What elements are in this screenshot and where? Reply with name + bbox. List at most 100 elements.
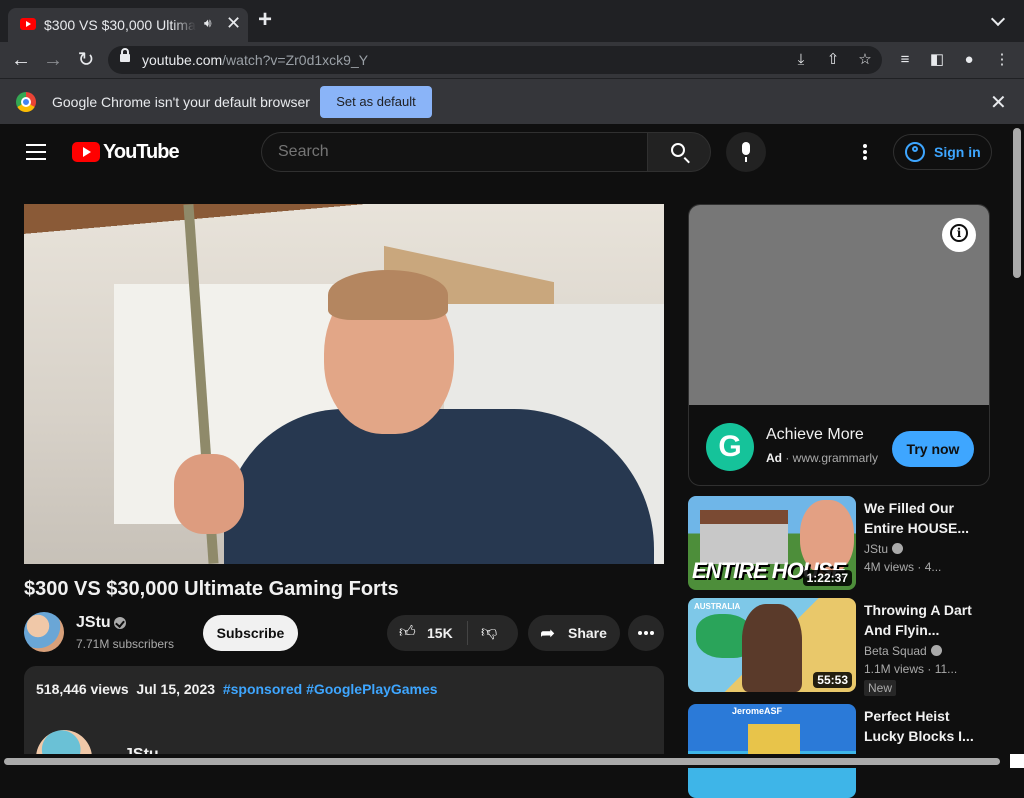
search-box[interactable]: [261, 132, 648, 172]
vertical-scroll-thumb[interactable]: [1013, 128, 1021, 278]
new-tab-button[interactable]: +: [258, 8, 272, 32]
hamburger-menu-icon[interactable]: [26, 144, 46, 160]
speaker-icon[interactable]: 🔊︎: [204, 16, 212, 31]
ad-subtitle: Ad · www.grammarly: [766, 451, 879, 465]
search-icon: [671, 143, 685, 157]
verified-check-icon: [930, 645, 942, 656]
video-frame-person-shirt: [224, 409, 654, 564]
chevron-down-icon[interactable]: [990, 11, 1006, 27]
infobar-close-icon[interactable]: ✕: [990, 90, 1007, 115]
video-duration: 1:22:37: [802, 570, 852, 586]
recommended-video[interactable]: ENTIRE HOUSE 1:22:37 We Filled Our Entir…: [688, 496, 990, 590]
ad-domain: www.grammarly: [792, 451, 879, 465]
address-bar[interactable]: youtube.com/watch?v=Zr0d1xck9_Y ⤓ ⇧ ☆: [108, 46, 882, 74]
channel-name-text: Beta Squad: [864, 644, 927, 658]
search-input[interactable]: [278, 143, 628, 161]
tab-strip: $300 VS $30,000 Ultimate Gaming Forts - …: [0, 0, 1024, 42]
video-duration: 55:53: [813, 672, 852, 688]
video-title[interactable]: We Filled Our Entire HOUSE...: [864, 498, 982, 538]
thumbnail-person: [742, 604, 802, 692]
channel-name-text: JStu: [864, 542, 889, 556]
share-arrow-icon: ➦: [540, 623, 556, 643]
back-arrow-icon[interactable]: ←: [9, 48, 33, 72]
view-count: 518,446 views: [36, 681, 129, 697]
grammarly-logo-icon[interactable]: [706, 423, 754, 471]
share-page-icon[interactable]: ⇧: [824, 51, 842, 69]
like-count[interactable]: 15K: [427, 625, 453, 641]
more-actions-button[interactable]: [628, 615, 664, 651]
reload-icon[interactable]: ↻: [74, 48, 98, 72]
ad-label: Ad: [766, 451, 782, 465]
browser-tab[interactable]: $300 VS $30,000 Ultimate Gaming Forts - …: [8, 8, 248, 42]
video-stats: 4M views · 4...: [864, 560, 942, 574]
youtube-header: YouTube Sign in: [0, 124, 1010, 180]
sign-in-label: Sign in: [934, 144, 981, 160]
ad-info-icon[interactable]: [942, 218, 976, 252]
profile-icon[interactable]: ●: [960, 51, 978, 69]
scrollbar-corner: [1010, 754, 1024, 768]
vertical-scrollbar[interactable]: [1010, 124, 1024, 768]
ad-title[interactable]: Achieve More: [766, 426, 864, 444]
share-label: Share: [568, 625, 607, 641]
url-text[interactable]: youtube.com/watch?v=Zr0d1xck9_Y: [142, 52, 368, 68]
sign-in-button[interactable]: Sign in: [893, 134, 992, 170]
account-icon: [905, 142, 925, 162]
try-now-button[interactable]: Try now: [892, 431, 974, 467]
set-as-default-button[interactable]: Set as default: [320, 86, 432, 118]
video-thumbnail[interactable]: JeromeASF: [688, 704, 856, 798]
channel-name[interactable]: Beta Squad: [864, 644, 942, 658]
upload-age: 4...: [924, 560, 942, 574]
description-box[interactable]: 518,446 views Jul 15, 2023 #sponsored #G…: [24, 666, 664, 768]
tab-title: $300 VS $30,000 Ultimate Gaming Forts - …: [44, 17, 196, 33]
view-count: 1.1M views: [864, 662, 925, 676]
media-control-icon[interactable]: ≡: [896, 51, 914, 69]
channel-avatar[interactable]: [24, 612, 64, 652]
thumbs-down-icon[interactable]: 👎︎: [481, 624, 499, 642]
recommended-video[interactable]: AUSTRALIA 55:53 Throwing A Dart And Flyi…: [688, 598, 990, 696]
ad-card[interactable]: Achieve More Ad · www.grammarly Try now: [688, 204, 990, 486]
side-panel-icon[interactable]: ◧: [928, 51, 946, 69]
horizontal-scroll-thumb[interactable]: [4, 758, 1000, 765]
new-badge: New: [864, 680, 897, 696]
browser-toolbar: ← → ↻ youtube.com/watch?v=Zr0d1xck9_Y ⤓ …: [0, 42, 1024, 78]
recommended-video[interactable]: JeromeASF Perfect Heist Lucky Blocks I..…: [688, 704, 990, 798]
channel-name[interactable]: JStu: [864, 542, 904, 556]
like-dislike-group: 👍︎ 15K 👎︎: [387, 615, 518, 651]
thumbnail-caption: AUSTRALIA: [694, 602, 741, 611]
thumbnail-house: [700, 510, 788, 564]
thumbs-up-icon[interactable]: 👍︎: [399, 624, 417, 642]
tab-close-icon[interactable]: ✕: [226, 13, 241, 34]
microphone-icon: [742, 142, 750, 162]
voice-search-button[interactable]: [726, 132, 766, 172]
video-frame-person-hair: [328, 270, 448, 320]
settings-more-icon[interactable]: [863, 144, 867, 160]
video-thumbnail[interactable]: AUSTRALIA 55:53: [688, 598, 856, 692]
hashtag-link[interactable]: #GooglePlayGames: [306, 681, 438, 697]
chrome-menu-icon[interactable]: ⋮: [993, 51, 1011, 69]
channel-name[interactable]: JStu: [76, 614, 111, 632]
search-button[interactable]: [647, 132, 711, 172]
subscribe-button[interactable]: Subscribe: [203, 615, 298, 651]
url-host: youtube.com: [142, 52, 223, 68]
video-thumbnail[interactable]: ENTIRE HOUSE 1:22:37: [688, 496, 856, 590]
youtube-logo-icon[interactable]: [72, 142, 100, 162]
video-title[interactable]: Perfect Heist Lucky Blocks I...: [864, 706, 982, 746]
description-meta: 518,446 views Jul 15, 2023 #sponsored #G…: [36, 681, 438, 697]
bookmark-star-icon[interactable]: ☆: [856, 51, 874, 69]
video-frame-person-hand: [174, 454, 244, 534]
youtube-wordmark[interactable]: YouTube: [103, 141, 180, 164]
lock-icon[interactable]: [120, 48, 130, 62]
verified-check-icon: [114, 617, 126, 629]
youtube-favicon-icon: [20, 18, 36, 30]
video-player[interactable]: [24, 204, 664, 564]
share-button[interactable]: ➦ Share: [528, 615, 620, 651]
video-title: $300 VS $30,000 Ultimate Gaming Forts: [24, 578, 399, 600]
hashtag-link[interactable]: #sponsored: [223, 681, 302, 697]
horizontal-scrollbar[interactable]: [0, 754, 1010, 768]
install-app-icon[interactable]: ⤓: [792, 51, 810, 69]
video-stats: 1.1M views · 11...: [864, 662, 958, 676]
infobar-message: Google Chrome isn't your default browser: [52, 94, 310, 110]
video-title[interactable]: Throwing A Dart And Flyin...: [864, 600, 982, 640]
forward-arrow-icon[interactable]: →: [41, 48, 65, 72]
url-path: /watch?v=Zr0d1xck9_Y: [222, 52, 369, 68]
